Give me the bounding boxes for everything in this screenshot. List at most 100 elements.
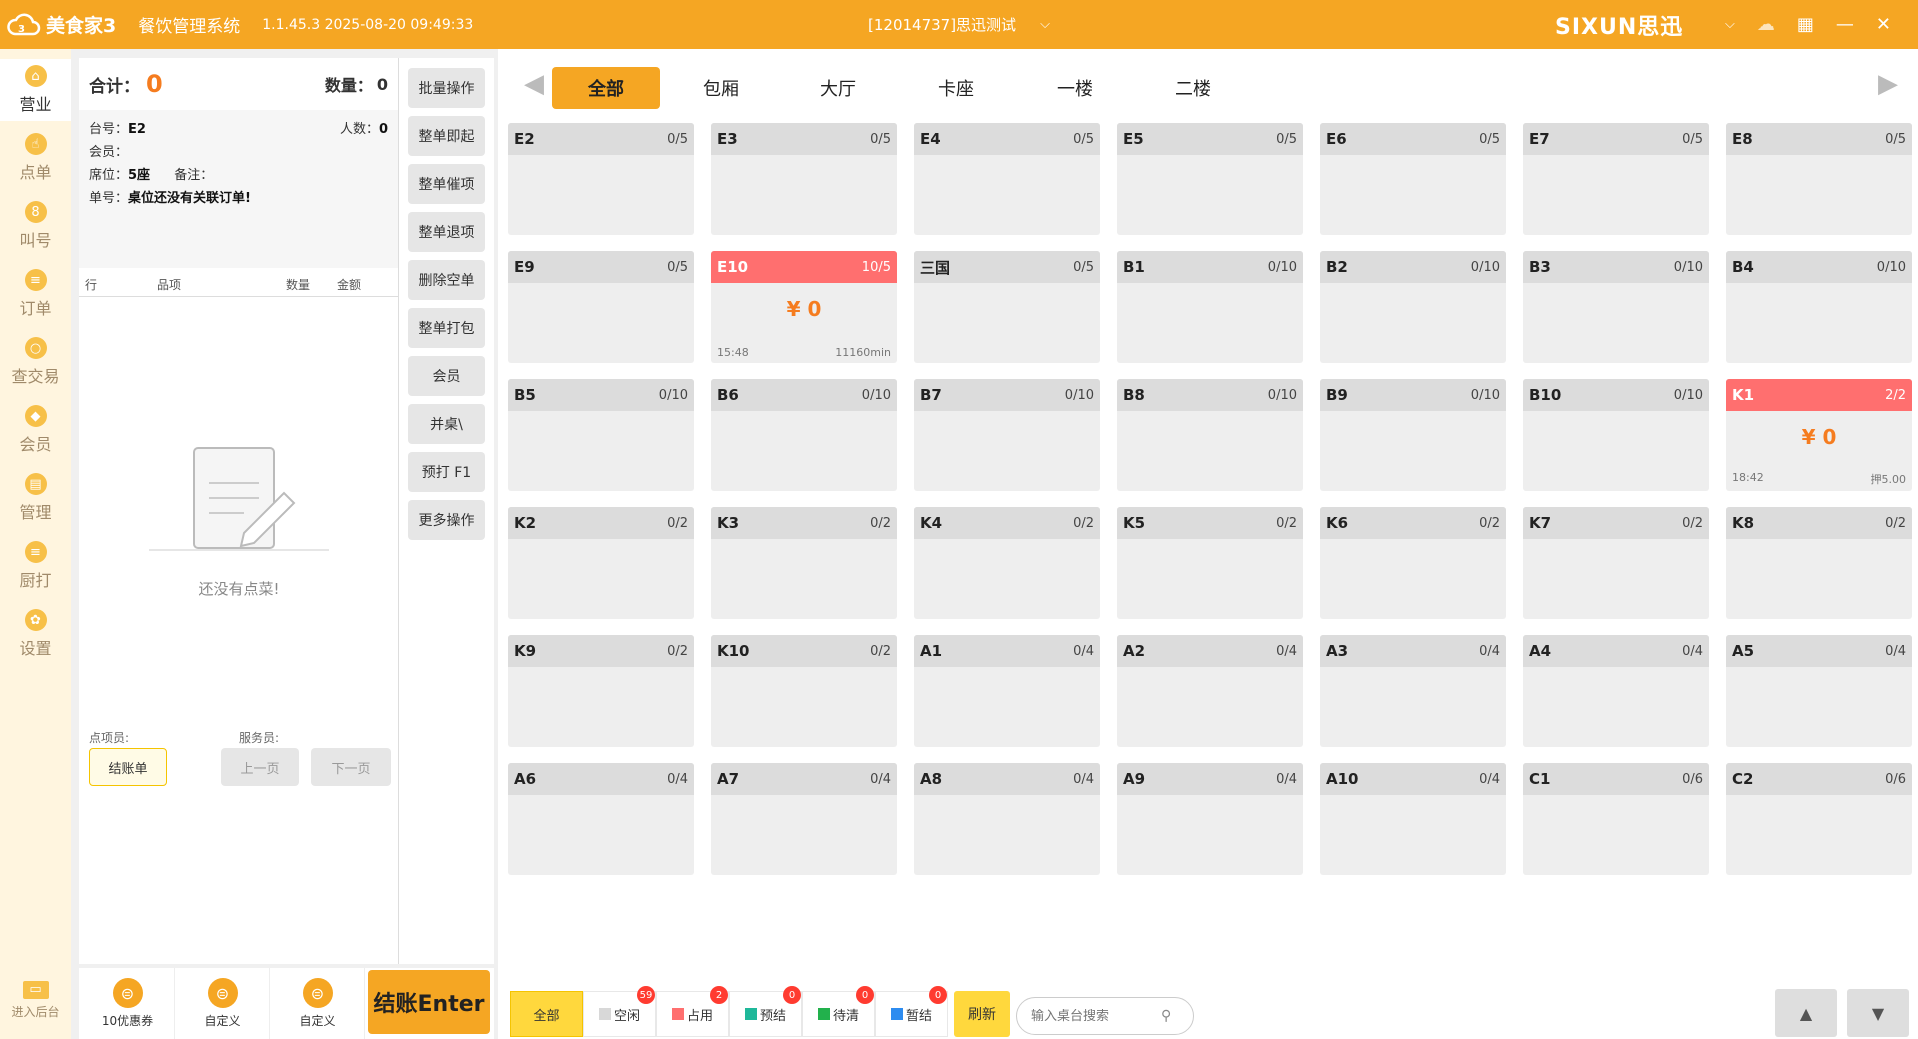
bill-button[interactable]: 结账单 [89, 748, 167, 786]
pre-print-button[interactable]: 预打 F1 [408, 452, 485, 492]
table-card[interactable]: K3 0/2 [711, 507, 897, 619]
nav-item-order[interactable]: ☝ 点单 [0, 127, 71, 189]
filter-pre-settle[interactable]: 预结 0 [729, 986, 802, 1037]
table-card[interactable]: E9 0/5 [508, 251, 694, 363]
filter-idle[interactable]: 空闲 59 [583, 986, 656, 1037]
checkout-button[interactable]: 结账Enter [368, 970, 490, 1034]
table-card[interactable]: E3 0/5 [711, 123, 897, 235]
custom-button-2[interactable]: ⊜ 自定义 [271, 968, 365, 1039]
table-card[interactable]: 三国 0/5 [914, 251, 1100, 363]
next-page-button[interactable]: 下一页 [311, 748, 391, 786]
svg-text:3: 3 [18, 24, 25, 35]
qrcode-icon[interactable]: ▦ [1797, 14, 1814, 35]
table-card[interactable]: A2 0/4 [1117, 635, 1303, 747]
coupon-button[interactable]: ⊜ 10优惠券 [81, 968, 175, 1039]
filter-occupied[interactable]: 占用 2 [656, 986, 729, 1037]
nav-item-kitchen-print[interactable]: ≡ 厨打 [0, 535, 71, 597]
table-card[interactable]: A4 0/4 [1523, 635, 1709, 747]
table-card[interactable]: K5 0/2 [1117, 507, 1303, 619]
table-card[interactable]: B2 0/10 [1320, 251, 1506, 363]
tab-all[interactable]: 全部 [552, 67, 660, 109]
filter-temp-settle[interactable]: 暂结 0 [875, 986, 948, 1037]
delete-empty-button[interactable]: 删除空单 [408, 260, 485, 300]
table-card[interactable]: A8 0/4 [914, 763, 1100, 875]
table-card[interactable]: K10 0/2 [711, 635, 897, 747]
table-card[interactable]: B4 0/10 [1726, 251, 1912, 363]
table-card[interactable]: A7 0/4 [711, 763, 897, 875]
table-card[interactable]: B10 0/10 [1523, 379, 1709, 491]
nav-item-call[interactable]: 8 叫号 [0, 195, 71, 257]
table-search-input[interactable] [1031, 1008, 1161, 1024]
table-card[interactable]: B9 0/10 [1320, 379, 1506, 491]
rush-all-button[interactable]: 整单催项 [408, 164, 485, 204]
prev-page-button[interactable]: 上一页 [221, 748, 299, 786]
tab-next-arrow-icon[interactable]: ▶ [1878, 69, 1898, 99]
table-card[interactable]: E4 0/5 [914, 123, 1100, 235]
scroll-up-button[interactable]: ▲ [1775, 989, 1837, 1037]
table-card[interactable]: B3 0/10 [1523, 251, 1709, 363]
chevron-down-icon[interactable]: ⌵ [1040, 17, 1050, 32]
table-name: K1 [1732, 386, 1755, 404]
table-card[interactable]: K4 0/2 [914, 507, 1100, 619]
scroll-down-button[interactable]: ▼ [1847, 989, 1909, 1037]
pack-all-button[interactable]: 整单打包 [408, 308, 485, 348]
tab-hall[interactable]: 大厅 [784, 67, 892, 109]
table-card[interactable]: E7 0/5 [1523, 123, 1709, 235]
return-all-button[interactable]: 整单退项 [408, 212, 485, 252]
table-card[interactable]: A6 0/4 [508, 763, 694, 875]
table-card[interactable]: K1 2/2 ¥ 0 18:42 押5.00 [1726, 379, 1912, 491]
tab-private-room[interactable]: 包厢 [667, 67, 775, 109]
table-card[interactable]: B5 0/10 [508, 379, 694, 491]
table-card[interactable]: A3 0/4 [1320, 635, 1506, 747]
table-card[interactable]: B1 0/10 [1117, 251, 1303, 363]
table-capacity: 0/10 [1673, 387, 1703, 403]
table-card[interactable]: A5 0/4 [1726, 635, 1912, 747]
tab-floor-1[interactable]: 一楼 [1021, 67, 1129, 109]
table-card[interactable]: E5 0/5 [1117, 123, 1303, 235]
tab-booth[interactable]: 卡座 [902, 67, 1010, 109]
nav-item-transactions[interactable]: ○ 查交易 [0, 331, 71, 393]
table-capacity: 0/2 [1276, 515, 1297, 531]
table-card[interactable]: A1 0/4 [914, 635, 1100, 747]
table-card[interactable]: E8 0/5 [1726, 123, 1912, 235]
table-card[interactable]: A9 0/4 [1117, 763, 1303, 875]
nav-item-business[interactable]: ⌂ 营业 [0, 59, 71, 121]
custom-button-1[interactable]: ⊜ 自定义 [176, 968, 270, 1039]
table-card[interactable]: K9 0/2 [508, 635, 694, 747]
merge-table-button[interactable]: 并桌\ [408, 404, 485, 444]
store-selector[interactable]: [12014737]思迅测试 ⌵ [868, 0, 1050, 49]
tab-floor-2[interactable]: 二楼 [1139, 67, 1247, 109]
nav-item-orders[interactable]: ≡ 订单 [0, 263, 71, 325]
search-icon[interactable]: ⚲ [1161, 1008, 1171, 1024]
table-card[interactable]: E6 0/5 [1320, 123, 1506, 235]
nav-item-member[interactable]: ◆ 会员 [0, 399, 71, 461]
filter-all[interactable]: 全部 [510, 991, 583, 1037]
table-search[interactable]: ⚲ [1016, 997, 1194, 1035]
member-button[interactable]: 会员 [408, 356, 485, 396]
batch-operation-button[interactable]: 批量操作 [408, 68, 485, 108]
table-card[interactable]: C1 0/6 [1523, 763, 1709, 875]
account-chevron-down-icon[interactable]: ⌵ [1725, 17, 1735, 32]
refresh-button[interactable]: 刷新 [954, 991, 1010, 1037]
nav-item-manage[interactable]: ▤ 管理 [0, 467, 71, 529]
table-card[interactable]: B8 0/10 [1117, 379, 1303, 491]
table-card[interactable]: B6 0/10 [711, 379, 897, 491]
table-card[interactable]: A10 0/4 [1320, 763, 1506, 875]
nav-item-settings[interactable]: ✿ 设置 [0, 603, 71, 665]
table-card[interactable]: C2 0/6 [1726, 763, 1912, 875]
cloud-sync-icon[interactable]: ☁ [1757, 14, 1775, 35]
minimize-icon[interactable]: — [1836, 14, 1854, 35]
table-card[interactable]: K2 0/2 [508, 507, 694, 619]
table-card[interactable]: E2 0/5 [508, 123, 694, 235]
tab-prev-arrow-icon[interactable]: ◀ [524, 69, 544, 99]
table-card[interactable]: E10 10/5 ¥ 0 15:48 11160min [711, 251, 897, 363]
close-icon[interactable]: ✕ [1876, 14, 1891, 35]
table-card[interactable]: K7 0/2 [1523, 507, 1709, 619]
start-all-button[interactable]: 整单即起 [408, 116, 485, 156]
more-operations-button[interactable]: 更多操作 [408, 500, 485, 540]
table-card[interactable]: K6 0/2 [1320, 507, 1506, 619]
table-card[interactable]: B7 0/10 [914, 379, 1100, 491]
enter-backend-button[interactable]: ▭ 进入后台 [0, 969, 71, 1031]
filter-to-clean[interactable]: 待清 0 [802, 986, 875, 1037]
table-card[interactable]: K8 0/2 [1726, 507, 1912, 619]
